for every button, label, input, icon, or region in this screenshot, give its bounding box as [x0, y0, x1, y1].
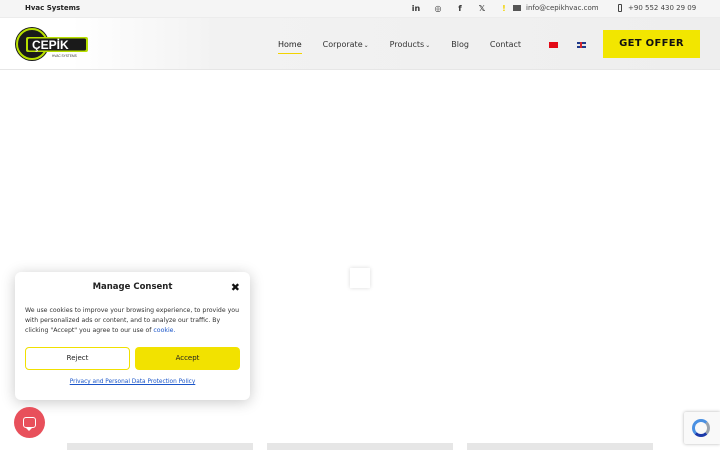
consent-message-text: We use cookies to improve your browsing … [25, 307, 239, 334]
tagline: Hvac Systems [25, 4, 81, 12]
envelope-icon [513, 5, 521, 11]
reject-button[interactable]: Reject [25, 347, 130, 370]
close-icon[interactable]: ✖ [231, 281, 240, 294]
chat-widget-button[interactable] [14, 407, 45, 438]
english-flag-icon[interactable] [577, 42, 586, 48]
facebook-icon[interactable]: f [449, 3, 471, 15]
top-bar: Hvac Systems in ◎ f 𝕏 ! info@cepikhvac.c… [0, 0, 720, 18]
x-icon[interactable]: 𝕏 [471, 3, 493, 15]
recaptcha-badge[interactable] [684, 412, 720, 444]
nav-item-corporate[interactable]: Corporate⌄ [323, 40, 369, 49]
main-header: ÇEPİK HVAC SYSTEMS Home Corporate⌄ Produ… [0, 18, 720, 70]
privacy-policy-link[interactable]: Privacy and Personal Data Protection Pol… [15, 379, 250, 385]
social-links: in ◎ f 𝕏 ! [405, 3, 515, 15]
nav-item-corporate-label: Corporate [322, 40, 363, 49]
nav-item-contact[interactable]: Contact [490, 40, 521, 49]
content-card [467, 443, 653, 450]
chat-bubble-icon [23, 417, 36, 431]
turkish-flag-icon[interactable] [549, 42, 558, 48]
get-offer-button[interactable]: GET OFFER [603, 30, 700, 58]
content-card [267, 443, 453, 450]
nav-item-blog[interactable]: Blog [451, 40, 469, 49]
phone-link[interactable]: +90 552 430 29 09 [618, 4, 696, 12]
exclamation-icon[interactable]: ! [493, 3, 515, 15]
nav-item-products-label: Products [389, 40, 425, 49]
consent-message: We use cookies to improve your browsing … [25, 306, 240, 335]
nav-item-home[interactable]: Home [278, 40, 302, 54]
logo-wordmark: ÇEPİK [32, 37, 69, 52]
recaptcha-icon [692, 419, 710, 437]
chevron-down-icon: ⌄ [425, 42, 431, 49]
phone-text: +90 552 430 29 09 [628, 4, 697, 12]
main-nav: Home Corporate⌄ Products⌄ Blog Contact [278, 40, 542, 54]
cookie-consent-dialog: Manage Consent ✖ We use cookies to impro… [15, 272, 250, 400]
loading-placeholder [350, 268, 370, 288]
email-text: info@cepikhvac.com [526, 4, 599, 12]
site-logo[interactable]: ÇEPİK HVAC SYSTEMS [14, 26, 89, 62]
logo-subtext: HVAC SYSTEMS [52, 54, 77, 58]
chevron-down-icon: ⌄ [363, 42, 369, 49]
consent-title: Manage Consent [92, 282, 173, 292]
accept-button[interactable]: Accept [135, 347, 240, 370]
mobile-phone-icon [618, 4, 622, 12]
cookie-link[interactable]: cookie. [153, 327, 175, 334]
content-card [67, 443, 253, 450]
instagram-icon[interactable]: ◎ [427, 3, 449, 15]
logo-graphic: ÇEPİK HVAC SYSTEMS [15, 27, 88, 61]
linkedin-icon[interactable]: in [405, 3, 427, 15]
nav-item-products[interactable]: Products⌄ [390, 40, 431, 49]
email-link[interactable]: info@cepikhvac.com [513, 4, 599, 12]
